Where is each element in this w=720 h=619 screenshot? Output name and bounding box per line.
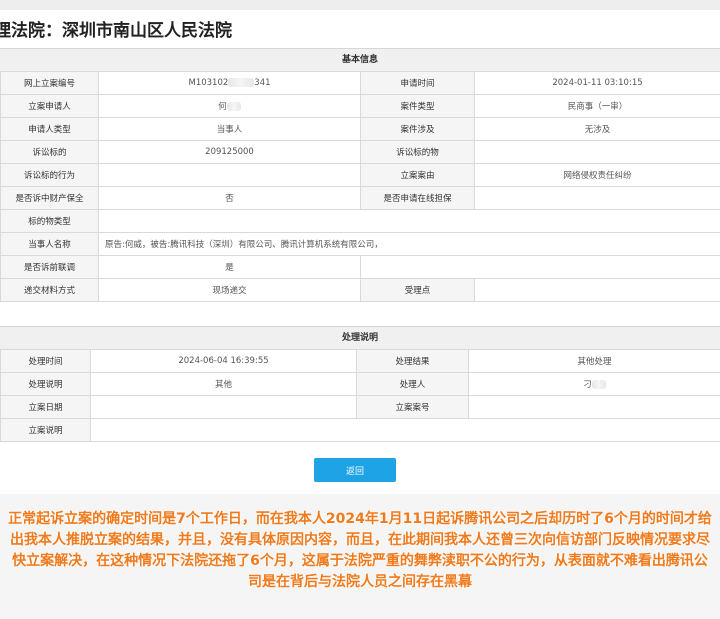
cell-label: 诉讼标的 <box>0 140 99 164</box>
cell-value: 2024-01-11 03:10:15 <box>474 71 720 95</box>
cell-value <box>474 278 720 302</box>
cell-value: 网络侵权责任纠纷 <box>474 163 720 187</box>
table-row: 网上立案编号 M103102 341 申请时间 2024-01-11 03:10:… <box>0 71 720 95</box>
cell-label: 处理说明 <box>0 372 91 396</box>
back-button[interactable]: 返回 <box>314 458 396 482</box>
cell-value: 其他处理 <box>468 349 720 373</box>
annotation-text: 正常起诉立案的确定时间是7个工作日，而在我本人2024年1月11日起诉腾讯公司之… <box>8 511 712 590</box>
cell-label: 处理时间 <box>0 349 91 373</box>
cell-value <box>98 163 361 187</box>
case-number-value: M103102 341 <box>98 71 361 95</box>
table-row: 立案日期 立案案号 <box>0 395 720 419</box>
cell-value: 209125000 <box>98 140 361 164</box>
handler-value: 刁 <box>468 372 720 396</box>
cell-label: 立案案号 <box>356 395 469 419</box>
cell-label: 立案说明 <box>0 418 91 442</box>
table-row: 处理说明 其他 处理人 刁 <box>0 372 720 396</box>
cell-label: 是否诉中财产保全 <box>0 186 99 210</box>
cell-value <box>90 395 357 419</box>
court-title: 理法院：深圳市南山区人民法院 <box>0 21 232 41</box>
cell-label: 处理结果 <box>356 349 469 373</box>
table-row: 当事人名称 原告:何威，被告:腾讯科技（深圳）有限公司、腾讯计算机系统有限公司， <box>0 232 720 256</box>
cell-label: 申请人类型 <box>0 117 99 141</box>
cell-value <box>474 186 720 210</box>
cell-label: 当事人名称 <box>0 232 99 256</box>
cell-value: 其他 <box>90 372 357 396</box>
processing-info-heading: 处理说明 <box>0 326 720 350</box>
table-row: 申请人类型 当事人 案件涉及 无涉及 <box>0 117 720 141</box>
table-row: 是否诉前联调 是 <box>0 255 720 279</box>
table-row: 是否诉中财产保全 否 是否申请在线担保 <box>0 186 720 210</box>
cell-label: 诉讼标的物 <box>360 140 475 164</box>
cell-value <box>98 209 720 233</box>
table-row: 标的物类型 <box>0 209 720 233</box>
redaction-blur <box>226 102 241 111</box>
cell-label: 递交材料方式 <box>0 278 99 302</box>
cell-label: 诉讼标的行为 <box>0 163 99 187</box>
cell-value: 当事人 <box>98 117 361 141</box>
cell-value: 否 <box>98 186 361 210</box>
basic-info-table: 网上立案编号 M103102 341 申请时间 2024-01-11 03:10:… <box>0 71 720 302</box>
applicant-value: 何 <box>98 94 361 118</box>
redaction-blur <box>228 78 255 87</box>
top-strip <box>0 0 720 10</box>
cell-label: 立案案由 <box>360 163 475 187</box>
table-row: 立案申请人 何 案件类型 民商事（一审） <box>0 94 720 118</box>
cell-label: 标的物类型 <box>0 209 99 233</box>
cell-label: 受理点 <box>360 278 475 302</box>
cell-label: 网上立案编号 <box>0 71 99 95</box>
cell-value: 民商事（一审） <box>474 94 720 118</box>
table-row: 处理时间 2024-06-04 16:39:55 处理结果 其他处理 <box>0 349 720 373</box>
cell-label: 立案日期 <box>0 395 91 419</box>
table-row: 立案说明 <box>0 418 720 442</box>
cell-value <box>474 140 720 164</box>
cell-label: 申请时间 <box>360 71 475 95</box>
basic-info-heading: 基本信息 <box>0 48 720 72</box>
cell-value: 是 <box>98 255 361 279</box>
cell-value <box>90 418 720 442</box>
cell-label: 案件类型 <box>360 94 475 118</box>
cell-value: 无涉及 <box>474 117 720 141</box>
cell-label: 是否申请在线担保 <box>360 186 475 210</box>
cell-label: 案件涉及 <box>360 117 475 141</box>
table-row: 诉讼标的行为 立案案由 网络侵权责任纠纷 <box>0 163 720 187</box>
parties-value: 原告:何威，被告:腾讯科技（深圳）有限公司、腾讯计算机系统有限公司， <box>98 232 720 256</box>
redaction-blur <box>591 380 606 389</box>
cell-value: 2024-06-04 16:39:55 <box>90 349 357 373</box>
empty-cell <box>360 255 720 279</box>
cell-value <box>468 395 720 419</box>
cell-value: 现场递交 <box>98 278 361 302</box>
cell-label: 处理人 <box>356 372 469 396</box>
processing-info-table: 处理时间 2024-06-04 16:39:55 处理结果 其他处理 处理说明 … <box>0 349 720 442</box>
table-row: 诉讼标的 209125000 诉讼标的物 <box>0 140 720 164</box>
table-row: 递交材料方式 现场递交 受理点 <box>0 278 720 302</box>
cell-label: 立案申请人 <box>0 94 99 118</box>
cell-label: 是否诉前联调 <box>0 255 99 279</box>
